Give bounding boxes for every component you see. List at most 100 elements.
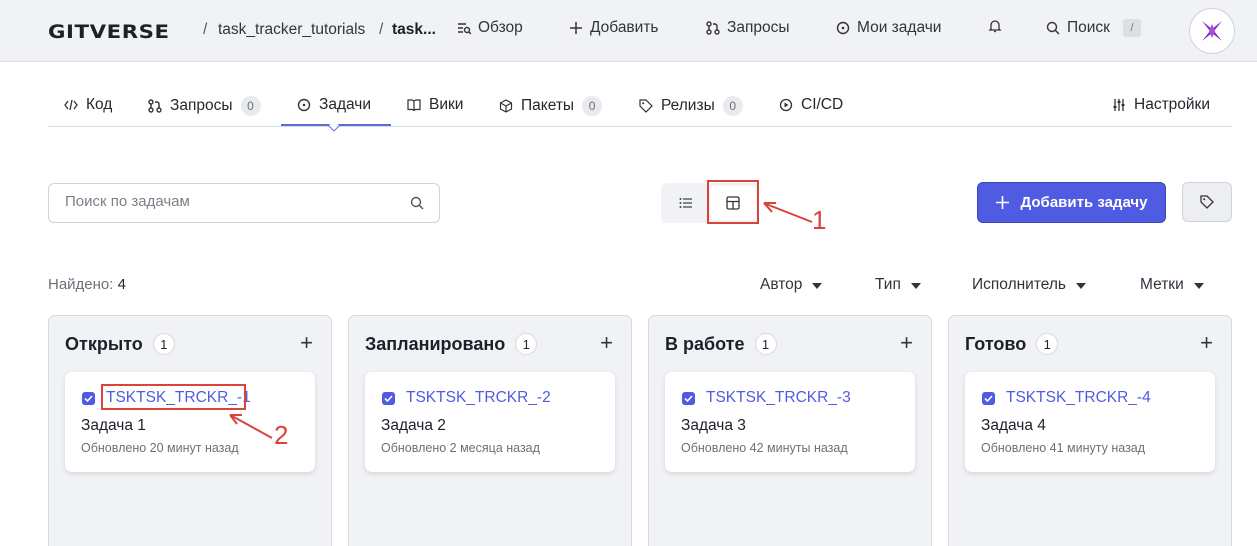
plus-icon bbox=[570, 22, 582, 34]
settings-label: Настройки bbox=[1134, 96, 1211, 113]
task-card[interactable]: TSKTSK_TRCKR_-3 Задача 3 Обновлено 42 ми… bbox=[665, 372, 915, 472]
filter-assignee[interactable]: Исполнитель bbox=[972, 276, 1086, 294]
repo-tabs: Код Запросы 0 Задачи Вики Пакеты 0 Релиз… bbox=[48, 86, 1232, 132]
labels-button[interactable] bbox=[1182, 182, 1232, 222]
tab-cicd[interactable]: CI/CD bbox=[779, 96, 843, 114]
column-title-text: Готово bbox=[965, 333, 1027, 354]
breadcrumb-separator: / bbox=[379, 21, 384, 38]
task-name: Задача 2 bbox=[381, 417, 446, 434]
board-column-in-progress: В работе 1 + TSKTSK_TRCKR_-3 Задача 3 Обн… bbox=[648, 315, 932, 546]
checkbox-icon bbox=[82, 392, 95, 405]
global-search-button[interactable]: Поиск / bbox=[1046, 19, 1141, 37]
settings-tab[interactable]: Настройки bbox=[1112, 96, 1210, 114]
issue-icon bbox=[836, 21, 850, 35]
filter-author[interactable]: Автор bbox=[760, 276, 823, 294]
gitverse-logo[interactable]: GITVERSE bbox=[48, 21, 170, 43]
task-updated: Обновлено 2 месяца назад bbox=[381, 441, 540, 455]
list-view-button[interactable] bbox=[671, 193, 701, 213]
list-icon bbox=[679, 198, 692, 208]
tab-code-label: Код bbox=[86, 96, 113, 113]
column-title-text: В работе bbox=[665, 333, 745, 354]
tab-packages[interactable]: Пакеты 0 bbox=[499, 96, 603, 116]
add-card-button[interactable]: + bbox=[900, 332, 913, 354]
avatar-icon bbox=[1202, 21, 1222, 41]
search-shortcut-key: / bbox=[1122, 19, 1141, 37]
nav-overview[interactable]: Обзор bbox=[457, 19, 523, 37]
add-task-button[interactable]: Добавить задачу bbox=[977, 182, 1166, 223]
column-title: Запланировано 1 bbox=[365, 333, 538, 355]
add-card-button[interactable]: + bbox=[300, 332, 313, 354]
task-name: Задача 4 bbox=[981, 417, 1046, 434]
add-task-label: Добавить задачу bbox=[1020, 194, 1148, 211]
bell-icon bbox=[988, 20, 1002, 33]
book-icon bbox=[407, 99, 421, 112]
annotation-number-2: 2 bbox=[274, 420, 289, 450]
top-header: GITVERSE / task_tracker_tutorials / task… bbox=[0, 0, 1257, 62]
nav-requests[interactable]: Запросы bbox=[706, 19, 790, 37]
tab-requests-label: Запросы bbox=[170, 97, 233, 114]
column-count: 1 bbox=[1036, 333, 1059, 355]
chevron-down-icon bbox=[1075, 282, 1086, 289]
board-column-open: Открыто 1 + TSKTSK_TRCKR_-1 Задача 1 Обно… bbox=[48, 315, 332, 546]
found-count: Найдено: 4 bbox=[48, 276, 126, 293]
annotation-number-1: 1 bbox=[812, 205, 827, 235]
add-card-button[interactable]: + bbox=[1200, 332, 1213, 354]
task-id-link[interactable]: TSKTSK_TRCKR_-3 bbox=[706, 389, 851, 407]
nav-add-label: Добавить bbox=[590, 19, 659, 36]
tab-requests[interactable]: Запросы 0 bbox=[148, 96, 261, 116]
filter-author-label: Автор bbox=[760, 276, 803, 293]
add-card-button[interactable]: + bbox=[600, 332, 613, 354]
found-number: 4 bbox=[117, 276, 126, 293]
checkbox-icon bbox=[682, 392, 695, 405]
pull-request-icon bbox=[706, 21, 720, 35]
column-title: Готово 1 bbox=[965, 333, 1059, 355]
active-tab-caret bbox=[328, 120, 340, 132]
nav-add[interactable]: Добавить bbox=[569, 19, 659, 37]
issue-icon bbox=[297, 98, 311, 112]
tab-cicd-label: CI/CD bbox=[801, 96, 844, 113]
board-column-planned: Запланировано 1 + TSKTSK_TRCKR_-2 Задача … bbox=[348, 315, 632, 546]
chevron-down-icon bbox=[812, 282, 823, 289]
task-search-box[interactable] bbox=[48, 183, 440, 223]
filter-assignee-label: Исполнитель bbox=[972, 276, 1066, 293]
tab-packages-label: Пакеты bbox=[521, 97, 575, 114]
column-count: 1 bbox=[152, 333, 175, 355]
found-label: Найдено: bbox=[48, 276, 114, 293]
column-title: Открыто 1 bbox=[65, 333, 175, 355]
column-title-text: Открыто bbox=[65, 333, 143, 354]
tab-tasks[interactable]: Задачи bbox=[297, 96, 371, 114]
tab-tasks-label: Задачи bbox=[319, 96, 372, 113]
annotation-highlight-2 bbox=[101, 384, 246, 410]
user-avatar[interactable] bbox=[1189, 8, 1235, 54]
task-search-input[interactable] bbox=[65, 193, 395, 210]
nav-requests-label: Запросы bbox=[727, 19, 790, 36]
plus-icon bbox=[995, 196, 1009, 209]
tab-code[interactable]: Код bbox=[64, 96, 112, 114]
column-title: В работе 1 bbox=[665, 333, 777, 355]
tab-wiki[interactable]: Вики bbox=[407, 96, 463, 114]
board-column-done: Готово 1 + TSKTSK_TRCKR_-4 Задача 4 Обнов… bbox=[948, 315, 1232, 546]
column-count: 1 bbox=[515, 333, 538, 355]
breadcrumb-owner[interactable]: task_tracker_tutorials bbox=[218, 21, 365, 39]
search-icon bbox=[1046, 21, 1060, 35]
settings-sliders-icon bbox=[1113, 99, 1125, 111]
code-icon bbox=[64, 99, 78, 111]
task-card[interactable]: TSKTSK_TRCKR_-2 Задача 2 Обновлено 2 мес… bbox=[365, 372, 615, 472]
nav-my-tasks[interactable]: Мои задачи bbox=[836, 19, 941, 37]
task-id-link[interactable]: TSKTSK_TRCKR_-2 bbox=[406, 389, 551, 407]
tab-releases[interactable]: Релизы 0 bbox=[639, 96, 743, 116]
tab-wiki-label: Вики bbox=[429, 96, 464, 113]
search-icon bbox=[410, 196, 424, 210]
task-id-link[interactable]: TSKTSK_TRCKR_-4 bbox=[1006, 389, 1151, 407]
chevron-down-icon bbox=[910, 282, 921, 289]
chevron-down-icon bbox=[1193, 282, 1204, 289]
checkbox-icon bbox=[382, 392, 395, 405]
filter-labels[interactable]: Метки bbox=[1140, 276, 1204, 294]
package-icon bbox=[499, 99, 513, 113]
notifications-button[interactable] bbox=[988, 19, 1002, 33]
nav-overview-label: Обзор bbox=[478, 19, 523, 36]
overview-icon bbox=[458, 23, 471, 35]
task-card[interactable]: TSKTSK_TRCKR_-4 Задача 4 Обновлено 41 ми… bbox=[965, 372, 1215, 472]
breadcrumb-repo[interactable]: task... bbox=[392, 21, 436, 39]
filter-type[interactable]: Тип bbox=[875, 276, 921, 294]
